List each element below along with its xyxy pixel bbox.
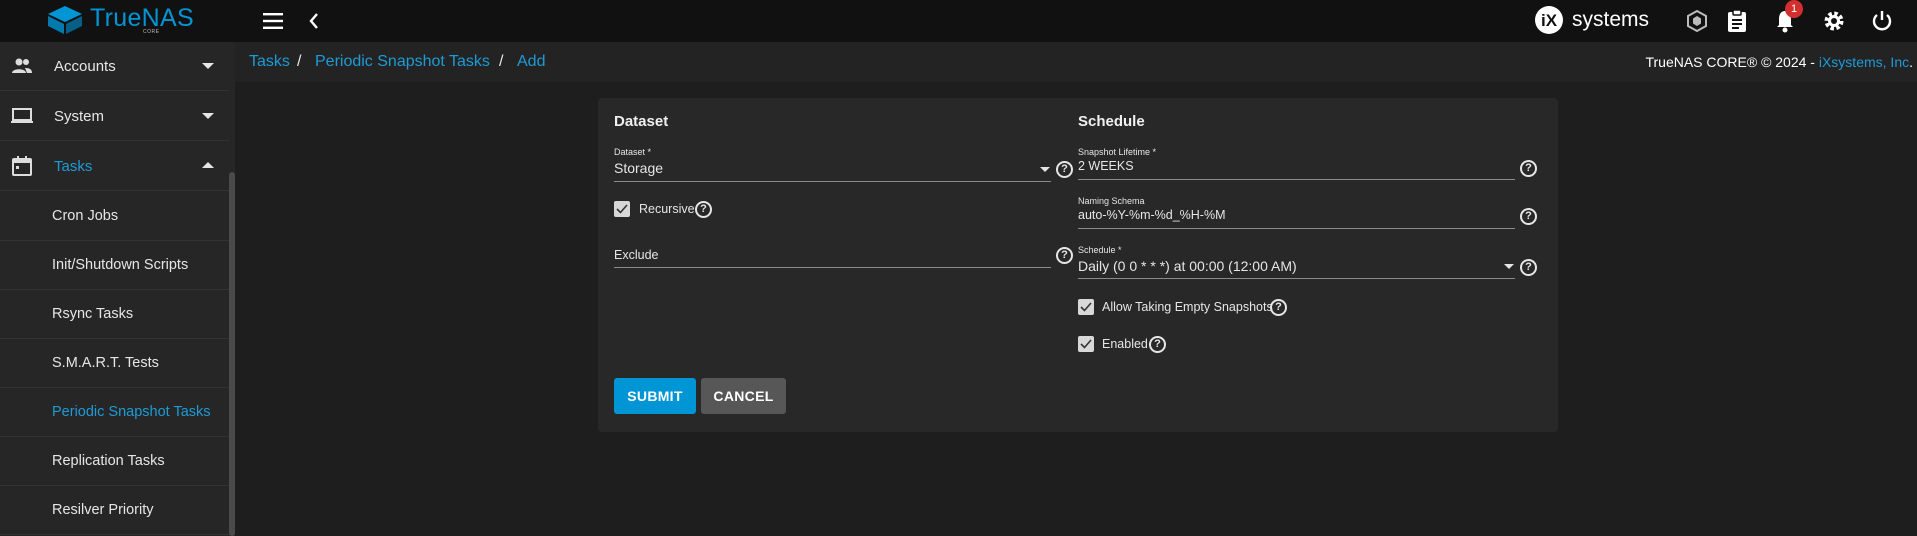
schedule-section-title: Schedule [1078,113,1145,130]
enabled-label: Enabled [1102,337,1148,351]
breadcrumb: Tasks / Periodic Snapshot Tasks / Add Tr… [235,42,1917,82]
lifetime-underline [1078,179,1515,180]
sidebar-subitem-rsync-tasks[interactable]: Rsync Tasks [0,290,229,339]
sidebar-subitem-label: Resilver Priority [52,502,154,518]
clipboard-icon[interactable] [1723,7,1751,35]
sidebar: Accounts System Tasks Cron Jobs Init/Shu… [0,42,235,536]
sidebar-item-accounts[interactable]: Accounts [0,42,229,91]
svg-text:iX: iX [1541,11,1558,30]
back-chevron-icon[interactable] [300,7,328,35]
breadcrumb-add[interactable]: Add [517,53,545,71]
allow-empty-snapshots-label: Allow Taking Empty Snapshots [1102,300,1273,314]
help-icon[interactable]: ? [1149,336,1166,353]
recursive-checkbox[interactable] [614,201,630,217]
sidebar-subitem-label: S.M.A.R.T. Tests [52,355,159,371]
sidebar-subitem-resilver-priority[interactable]: Resilver Priority [0,486,229,535]
copyright-prefix: TrueNAS CORE® © 2024 - [1645,54,1819,70]
calendar-icon [12,156,32,176]
menu-icon[interactable] [260,7,288,35]
ixsystems-text: systems [1572,8,1650,31]
power-icon[interactable] [1868,7,1896,35]
submit-button[interactable]: SUBMIT [614,378,696,414]
chevron-up-icon [202,162,214,168]
sidebar-item-label: Tasks [54,158,93,175]
cancel-button[interactable]: CANCEL [701,378,786,414]
lifetime-label: Snapshot Lifetime * [1078,147,1157,157]
help-icon[interactable]: ? [1270,299,1287,316]
dataset-value: Storage [614,160,664,176]
sidebar-subitem-label: Rsync Tasks [52,306,134,322]
breadcrumb-periodic-snapshot-tasks[interactable]: Periodic Snapshot Tasks [315,53,490,71]
laptop-icon [11,108,33,123]
chevron-down-icon[interactable] [1504,264,1514,269]
dataset-label: Dataset * [614,147,652,157]
dataset-underline [614,181,1051,182]
sidebar-subitem-replication-tasks[interactable]: Replication Tasks [0,437,229,486]
schedule-label: Schedule * [1078,245,1122,255]
naming-schema-underline [1078,228,1515,229]
ix-logo-mark: iX [1535,6,1563,34]
chevron-down-icon [202,63,214,69]
lifetime-value: 2 WEEKS [1078,159,1134,173]
help-icon[interactable]: ? [1520,259,1537,276]
help-icon[interactable]: ? [1520,208,1537,225]
sidebar-subitem-smart-tests[interactable]: S.M.A.R.T. Tests [0,339,229,388]
schedule-value: Daily (0 0 * * *) at 00:00 (12:00 AM) [1078,258,1297,274]
help-icon[interactable]: ? [695,201,712,218]
help-icon[interactable]: ? [1520,160,1537,177]
copyright-text: TrueNAS CORE® © 2024 - iXsystems, Inc. [1645,54,1913,70]
help-icon[interactable]: ? [1056,161,1073,178]
allow-empty-snapshots-checkbox[interactable] [1078,299,1094,315]
chevron-down-icon [202,113,214,119]
exclude-label: Exclude [614,248,659,262]
sidebar-scrollbar[interactable] [229,172,235,536]
gear-icon[interactable] [1820,7,1848,35]
schedule-underline [1078,278,1515,279]
recursive-label: Recursive [639,202,695,216]
sidebar-item-tasks[interactable]: Tasks [0,142,229,191]
sidebar-item-label: Accounts [54,58,116,75]
snapshot-task-form: Dataset Dataset * Storage ? Recursive ? … [598,98,1558,432]
notification-badge: 1 [1785,0,1803,18]
chevron-down-icon[interactable] [1040,167,1050,172]
sidebar-item-label: System [54,108,105,125]
naming-schema-label: Naming Schema [1078,196,1145,206]
sidebar-subitem-init-shutdown-scripts[interactable]: Init/Shutdown Scripts [0,241,229,290]
truenas-logo-icon [48,6,82,34]
sidebar-subitem-label: Init/Shutdown Scripts [52,257,189,273]
ixsystems-link[interactable]: iXsystems, Inc [1819,54,1909,70]
sidebar-subitem-label: Periodic Snapshot Tasks [52,404,211,420]
truecommand-icon[interactable] [1683,7,1711,35]
enabled-checkbox[interactable] [1078,336,1094,352]
naming-schema-value: auto-%Y-%m-%d_%H-%M [1078,208,1226,222]
sidebar-subitem-label: Replication Tasks [52,453,165,469]
logo-subtext: CORE [143,29,160,35]
people-icon [12,58,32,73]
copyright-suffix: . [1909,54,1913,70]
breadcrumb-separator: / [297,53,302,70]
sidebar-subitem-label: Cron Jobs [52,208,119,224]
sidebar-subitem-cron-jobs[interactable]: Cron Jobs [0,192,229,241]
help-icon[interactable]: ? [1056,247,1073,264]
truenas-logo[interactable]: TrueNAS CORE [46,3,206,37]
top-bar: TrueNAS CORE iX systems 1 [0,0,1917,42]
sidebar-subitem-periodic-snapshot-tasks[interactable]: Periodic Snapshot Tasks [0,388,229,437]
logo-text: TrueNAS [90,4,194,32]
exclude-underline [614,267,1051,268]
ixsystems-logo[interactable]: iX systems [1534,3,1652,37]
sidebar-item-system[interactable]: System [0,92,229,141]
breadcrumb-separator: / [499,53,504,70]
breadcrumb-tasks[interactable]: Tasks [249,53,290,71]
dataset-section-title: Dataset [614,113,669,130]
